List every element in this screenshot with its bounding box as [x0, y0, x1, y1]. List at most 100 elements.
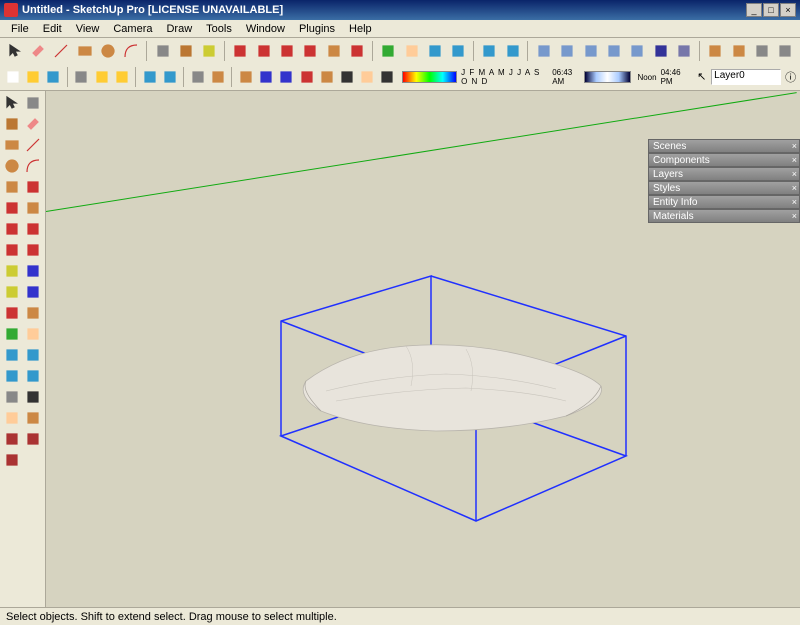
walk-tool[interactable] [23, 387, 43, 407]
zoom-extents-button[interactable] [448, 40, 469, 62]
minimize-button[interactable]: _ [746, 3, 762, 17]
cut-button[interactable] [72, 66, 90, 88]
pushpull-button[interactable] [323, 40, 344, 62]
3dwarehouse-button[interactable] [705, 40, 726, 62]
3dtext-button[interactable] [318, 66, 336, 88]
menu-camera[interactable]: Camera [106, 21, 159, 37]
text-tool[interactable] [23, 282, 43, 302]
maximize-button[interactable]: □ [763, 3, 779, 17]
paint-button[interactable] [175, 40, 196, 62]
scale-button[interactable] [300, 40, 321, 62]
layers-button[interactable] [751, 40, 772, 62]
right-button[interactable] [603, 40, 624, 62]
scale-tool[interactable] [2, 240, 22, 260]
copy-button[interactable] [93, 66, 111, 88]
dims-tool[interactable] [23, 261, 43, 281]
new-button[interactable] [4, 66, 22, 88]
arc-tool[interactable] [23, 156, 43, 176]
paste-button[interactable] [113, 66, 131, 88]
panel-scenes[interactable]: Scenes [648, 139, 800, 153]
previous-tool[interactable] [2, 366, 22, 386]
freehand-tool[interactable] [23, 177, 43, 197]
poly-tool[interactable] [2, 177, 22, 197]
eraser-tool[interactable] [23, 114, 43, 134]
circle-tool[interactable] [2, 156, 22, 176]
text-button[interactable] [277, 66, 295, 88]
make-component-button[interactable] [152, 40, 173, 62]
print-button[interactable] [189, 66, 207, 88]
component-tool[interactable] [23, 93, 43, 113]
dims-button[interactable] [257, 66, 275, 88]
panel-layers[interactable]: Layers [648, 167, 800, 181]
outliner-button[interactable] [775, 40, 796, 62]
menu-view[interactable]: View [69, 21, 107, 37]
select-button[interactable] [4, 40, 25, 62]
walk-button[interactable] [338, 66, 356, 88]
plugin2-tool[interactable] [23, 429, 43, 449]
top-button[interactable] [557, 40, 578, 62]
orbit-tool[interactable] [2, 324, 22, 344]
orbit-button[interactable] [378, 40, 399, 62]
menu-draw[interactable]: Draw [159, 21, 199, 37]
position-camera-button[interactable] [378, 66, 396, 88]
panel-components[interactable]: Components [648, 153, 800, 167]
arc-button[interactable] [121, 40, 142, 62]
axes-button[interactable] [297, 66, 315, 88]
pan-button[interactable] [401, 40, 422, 62]
tape-tool[interactable] [2, 261, 22, 281]
protractor-tool[interactable] [2, 282, 22, 302]
menu-plugins[interactable]: Plugins [292, 21, 342, 37]
menu-edit[interactable]: Edit [36, 21, 69, 37]
pan-tool[interactable] [23, 324, 43, 344]
model-info-button[interactable] [209, 66, 227, 88]
iso-button[interactable] [533, 40, 554, 62]
shadows-button[interactable] [650, 40, 671, 62]
zoom-tool[interactable] [2, 345, 22, 365]
zoom-window-tool[interactable] [23, 345, 43, 365]
move-tool[interactable] [2, 198, 22, 218]
offset-tool[interactable] [23, 240, 43, 260]
back-button[interactable] [627, 40, 648, 62]
rect-tool[interactable] [2, 135, 22, 155]
select-tool[interactable] [2, 93, 22, 113]
zoom-button[interactable] [424, 40, 445, 62]
lookaround-button[interactable] [358, 66, 376, 88]
menu-window[interactable]: Window [239, 21, 292, 37]
menu-help[interactable]: Help [342, 21, 379, 37]
3dtext-tool[interactable] [23, 303, 43, 323]
menu-file[interactable]: File [4, 21, 36, 37]
viewport-3d[interactable]: ScenesComponentsLayersStylesEntity InfoM… [46, 91, 800, 607]
rotate-tool[interactable] [2, 219, 22, 239]
circle-button[interactable] [97, 40, 118, 62]
plugin3-tool[interactable] [2, 450, 22, 470]
line-tool[interactable] [23, 135, 43, 155]
pushpull-tool[interactable] [23, 198, 43, 218]
offset-button[interactable] [276, 40, 297, 62]
position-tool[interactable] [2, 387, 22, 407]
zoom-extents-tool[interactable] [23, 366, 43, 386]
line-button[interactable] [51, 40, 72, 62]
front-button[interactable] [580, 40, 601, 62]
time-slider[interactable] [584, 71, 631, 83]
menu-tools[interactable]: Tools [199, 21, 239, 37]
freehand-button[interactable] [346, 40, 367, 62]
save-button[interactable] [44, 66, 62, 88]
previous-button[interactable] [479, 40, 500, 62]
panel-materials[interactable]: Materials [648, 209, 800, 223]
tape-button[interactable] [198, 40, 219, 62]
section-tool[interactable] [23, 408, 43, 428]
open-button[interactable] [24, 66, 42, 88]
rect-button[interactable] [74, 40, 95, 62]
undo-button[interactable] [141, 66, 159, 88]
layer-dropdown[interactable]: Layer0 [711, 69, 781, 85]
section-button[interactable] [237, 66, 255, 88]
redo-button[interactable] [161, 66, 179, 88]
panel-entity-info[interactable]: Entity Info [648, 195, 800, 209]
followme-tool[interactable] [23, 219, 43, 239]
axes-tool[interactable] [2, 303, 22, 323]
xray-button[interactable] [673, 40, 694, 62]
panel-styles[interactable]: Styles [648, 181, 800, 195]
upload-button[interactable] [728, 40, 749, 62]
plugin1-tool[interactable] [2, 429, 22, 449]
layer-info-icon[interactable]: ⓘ [785, 69, 796, 85]
